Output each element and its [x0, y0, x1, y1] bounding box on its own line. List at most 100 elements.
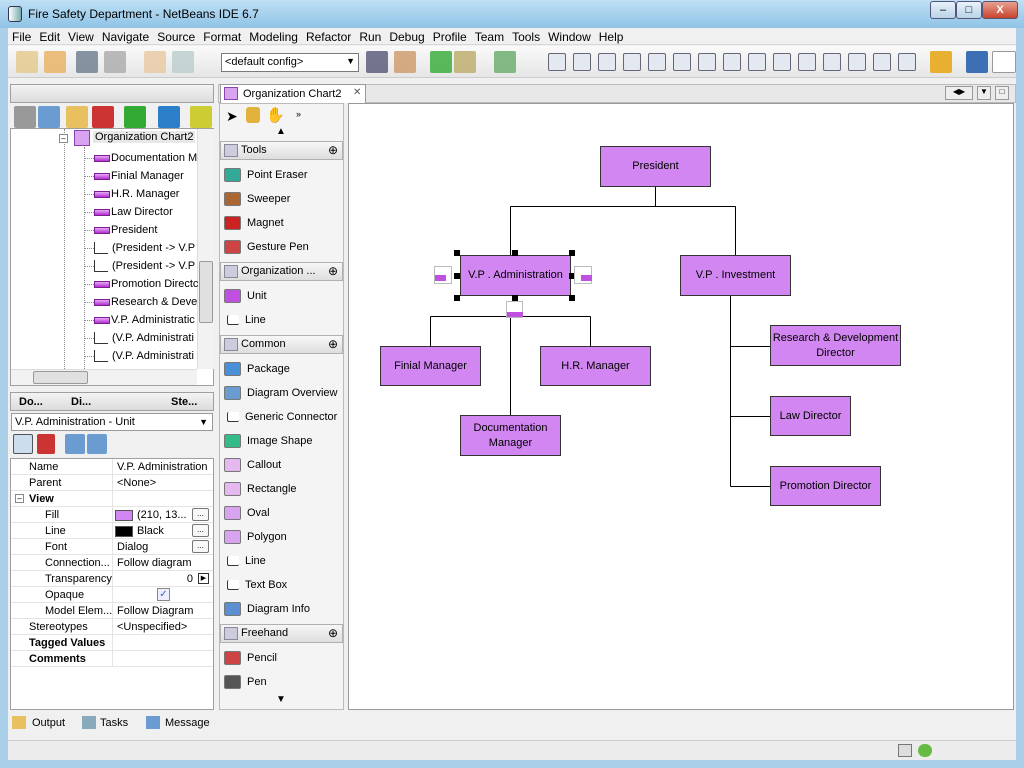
menu-run[interactable]: Run [355, 28, 385, 44]
tab-diagram[interactable]: Di... [71, 396, 91, 408]
palette-item[interactable]: Gesture Pen [224, 236, 309, 258]
tree-vscrollbar[interactable] [197, 129, 214, 369]
refresh-icon[interactable] [190, 106, 212, 128]
scroll-tabs-icon[interactable]: ◀▶ [945, 86, 973, 100]
collapse-section-icon[interactable]: ⊕ [328, 142, 338, 159]
scroll-down-icon[interactable]: ▼ [276, 694, 286, 705]
diagram-tool-icon[interactable] [698, 53, 716, 71]
output-button[interactable]: Output [32, 717, 65, 729]
message-button[interactable]: Message [165, 717, 210, 729]
tree-item[interactable]: Promotion Directc [83, 275, 198, 293]
palette-item[interactable]: Diagram Overview [224, 382, 337, 404]
tree-hscrollbar[interactable] [11, 369, 197, 385]
resize-handle[interactable] [569, 250, 575, 256]
collapse-icon[interactable]: – [59, 134, 68, 143]
tab-organization-chart2[interactable]: Organization Chart2 ✕ [220, 84, 366, 103]
palette-item[interactable]: Oval [224, 502, 270, 524]
property-row[interactable]: Stereotypes <Unspecified> [11, 619, 213, 635]
property-row[interactable]: Tagged Values [11, 635, 213, 651]
diagram-tool-icon[interactable] [823, 53, 841, 71]
tree-item[interactable]: (President -> V.P [83, 257, 195, 275]
diagram-tool-icon[interactable] [623, 53, 641, 71]
diagram-tool-icon[interactable] [573, 53, 591, 71]
menu-modeling[interactable]: Modeling [245, 28, 302, 44]
update-icon[interactable] [918, 744, 932, 757]
tasks-button[interactable]: Tasks [100, 717, 128, 729]
menu-format[interactable]: Format [199, 28, 245, 44]
lock-icon[interactable] [246, 107, 260, 123]
build-icon[interactable] [366, 51, 388, 73]
config-combo[interactable]: <default config> ▼ [221, 53, 359, 72]
property-row[interactable]: Connection... Follow diagram [11, 555, 213, 571]
menu-edit[interactable]: Edit [35, 28, 64, 44]
scroll-up-icon[interactable]: ▲ [276, 126, 286, 137]
new-file-icon[interactable] [16, 51, 38, 73]
palette-item[interactable]: Rectangle [224, 478, 297, 500]
tab-documentation[interactable]: Do... [19, 396, 43, 408]
property-row[interactable]: Line Black... [11, 523, 213, 539]
tree-item[interactable]: (President -> V.P [83, 239, 195, 257]
property-value[interactable]: Dialog [117, 541, 148, 553]
menu-tools[interactable]: Tools [508, 28, 544, 44]
model-icon[interactable] [930, 51, 952, 73]
property-row[interactable]: Fill (210, 13...... [11, 507, 213, 523]
menu-help[interactable]: Help [595, 28, 628, 44]
collapse-section-icon[interactable]: ⊕ [328, 263, 338, 280]
node-finial-manager[interactable]: Finial Manager [380, 346, 481, 386]
diagram-tool-icon[interactable] [548, 53, 566, 71]
add-unit-below-icon[interactable] [506, 301, 523, 318]
property-value[interactable]: Black [137, 525, 164, 537]
property-row[interactable]: Name V.P. Administration [11, 459, 213, 475]
property-value[interactable]: Follow Diagram [117, 605, 193, 617]
save-icon[interactable] [104, 51, 126, 73]
node-vp-administration[interactable]: V.P . Administration [460, 255, 571, 296]
menu-profile[interactable]: Profile [429, 28, 471, 44]
maximize-editor-icon[interactable]: □ [995, 86, 1009, 100]
palette-item[interactable]: Generic Connector [224, 406, 337, 428]
palette-item[interactable]: Pen [224, 671, 267, 693]
tree-item[interactable]: (V.P. Administrati [83, 347, 194, 365]
sort-icon[interactable] [37, 434, 55, 454]
collapse-all-icon[interactable] [87, 434, 107, 454]
property-value[interactable]: <None> [117, 477, 156, 489]
palette-item[interactable]: Magnet [224, 212, 284, 234]
tree-item[interactable]: V.P. Administratic [83, 311, 195, 329]
folder-icon[interactable] [66, 106, 88, 128]
new-project-icon[interactable] [44, 51, 66, 73]
opaque-checkbox[interactable]: ✓ [157, 588, 170, 601]
node-hr-manager[interactable]: H.R. Manager [540, 346, 651, 386]
diagram-tool-icon[interactable] [598, 53, 616, 71]
redo-icon[interactable] [172, 51, 194, 73]
property-row[interactable]: Parent <None> [11, 475, 213, 491]
tab-stereotypes[interactable]: Ste... [171, 396, 197, 408]
run-icon[interactable] [430, 51, 452, 73]
property-value[interactable]: (210, 13... [137, 509, 187, 521]
ellipsis-button[interactable]: ... [192, 508, 209, 521]
close-button[interactable]: X [982, 1, 1018, 19]
minimize-button[interactable]: – [930, 1, 956, 19]
ellipsis-button[interactable]: ... [192, 540, 209, 553]
property-row[interactable]: Model Elem... Follow Diagram [11, 603, 213, 619]
brush-icon[interactable] [966, 51, 988, 73]
sort-icon[interactable] [92, 106, 114, 128]
select-tool-icon[interactable]: ➤ [226, 108, 238, 125]
undo-icon[interactable] [144, 51, 166, 73]
property-value[interactable]: Follow diagram [117, 557, 192, 569]
palette-section-common[interactable]: Common ⊕ [220, 335, 343, 354]
projects-tabstrip[interactable] [10, 84, 214, 103]
up-icon[interactable] [124, 106, 146, 128]
property-row[interactable]: – View [11, 491, 213, 507]
diagram-tool-icon[interactable] [898, 53, 916, 71]
menu-view[interactable]: View [64, 28, 98, 44]
search-icon[interactable] [992, 51, 1016, 73]
menu-source[interactable]: Source [153, 28, 199, 44]
diagram-tool-icon[interactable] [873, 53, 891, 71]
tree-item[interactable]: H.R. Manager [83, 185, 179, 203]
hscroll-thumb[interactable] [33, 371, 88, 384]
palette-item[interactable]: Diagram Info [224, 598, 310, 620]
property-row[interactable]: Opaque ✓ [11, 587, 213, 603]
menu-debug[interactable]: Debug [385, 28, 428, 44]
diagram-canvas[interactable]: President V.P . Administration V.P . Inv… [348, 103, 1014, 710]
collapse-section-icon[interactable]: ⊕ [328, 336, 338, 353]
menu-window[interactable]: Window [544, 28, 595, 44]
